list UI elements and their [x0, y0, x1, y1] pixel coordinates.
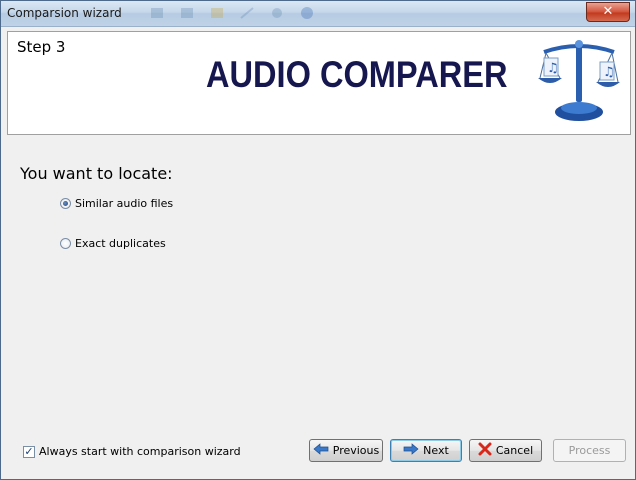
- exact-duplicates-label: Exact duplicates: [75, 237, 166, 250]
- arrow-right-icon: [403, 443, 419, 458]
- arrow-left-icon: [313, 443, 329, 458]
- previous-button[interactable]: Previous: [309, 439, 383, 462]
- option-exact-duplicates[interactable]: Exact duplicates: [60, 237, 166, 250]
- similar-audio-radio[interactable]: [60, 198, 71, 209]
- scales-with-music-notes-icon: ♫ ♫: [538, 40, 620, 121]
- title-bar[interactable]: Comparsion wizard ✕: [1, 1, 635, 27]
- close-button[interactable]: ✕: [586, 2, 630, 22]
- exact-duplicates-radio[interactable]: [60, 238, 71, 249]
- option-similar-audio[interactable]: Similar audio files: [60, 197, 173, 210]
- cancel-label: Cancel: [495, 444, 534, 457]
- always-start-label: Always start with comparison wizard: [39, 445, 241, 458]
- wizard-header: Step 3 AUDIO COMPARER ♫ ♫: [7, 31, 631, 135]
- process-label: Process: [568, 444, 611, 457]
- similar-audio-label: Similar audio files: [75, 197, 174, 210]
- process-button[interactable]: Process: [553, 439, 626, 462]
- previous-label: Previous: [332, 444, 380, 457]
- red-x-icon: [478, 442, 492, 459]
- always-start-checkbox[interactable]: ✓: [23, 445, 35, 458]
- next-button[interactable]: Next: [390, 439, 462, 462]
- brand-title: AUDIO COMPARER: [206, 54, 508, 95]
- locate-question: You want to locate:: [20, 164, 173, 183]
- wizard-window: Comparsion wizard ✕ Step 3 AUDIO COMPARE…: [0, 0, 636, 480]
- svg-text:♫: ♫: [603, 65, 615, 80]
- window-title: Comparsion wizard: [7, 6, 122, 20]
- svg-text:♫: ♫: [547, 61, 559, 76]
- step-label: Step 3: [17, 38, 66, 56]
- close-icon: ✕: [602, 4, 614, 19]
- cancel-button[interactable]: Cancel: [469, 439, 542, 462]
- always-start-option[interactable]: ✓ Always start with comparison wizard: [23, 445, 241, 458]
- faint-toolbar-icons: [151, 7, 313, 19]
- next-label: Next: [423, 444, 449, 457]
